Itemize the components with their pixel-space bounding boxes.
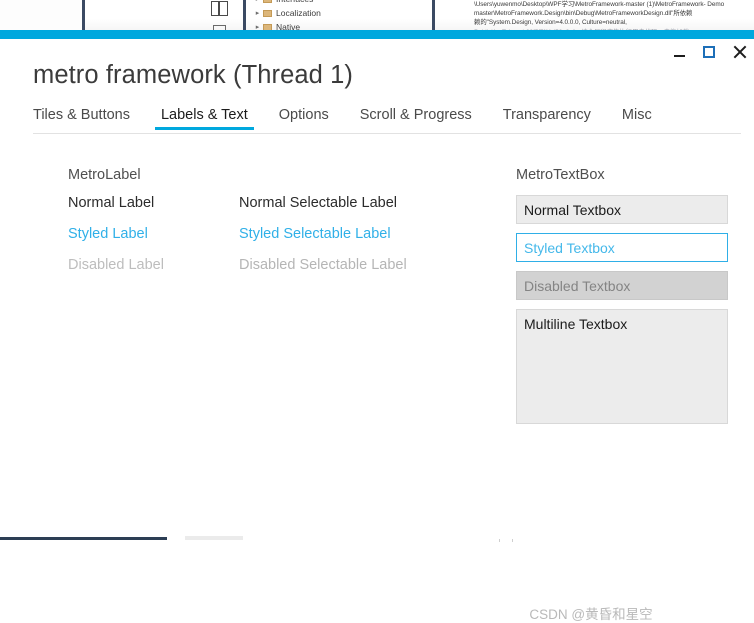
maximize-button[interactable]: [694, 39, 724, 65]
disabled-selectable-label: Disabled Selectable Label: [239, 257, 407, 273]
chevron-right-icon[interactable]: ▸: [252, 10, 263, 17]
normal-selectable-label[interactable]: Normal Selectable Label: [239, 195, 397, 211]
taskbar-accent-left: [0, 537, 167, 540]
close-button[interactable]: [724, 39, 754, 65]
window-accent-band: [0, 30, 754, 39]
label-row: Normal Label Normal Selectable Label: [68, 195, 498, 226]
disabled-label: Disabled Label: [68, 257, 164, 273]
tree-item[interactable]: ▸ Localization: [252, 6, 430, 20]
tab-bar: Tiles & Buttons Labels & Text Options Sc…: [33, 107, 741, 135]
folder-icon: [263, 9, 272, 17]
split-view-icon: [211, 1, 228, 16]
metro-label-group: MetroLabel Normal Label Normal Selectabl…: [68, 167, 498, 288]
bottom-tick: [512, 539, 513, 542]
tab-transparency[interactable]: Transparency: [503, 107, 591, 130]
window-controls: [664, 39, 754, 65]
background-divider-2: [243, 0, 246, 30]
tab-labels-and-text[interactable]: Labels & Text: [154, 107, 254, 130]
label-row: Styled Label Styled Selectable Label: [68, 226, 498, 257]
minimize-icon: [673, 54, 685, 57]
disabled-textbox: [516, 271, 728, 300]
background-divider-3: [432, 0, 435, 30]
maximize-icon: [703, 46, 715, 58]
output-message-text: \Users\yuwenmo\Desktop\WPF学习\MetroFramew…: [474, 0, 754, 33]
background-divider-1: [82, 0, 85, 30]
taskbar-accent-right: [185, 536, 243, 540]
tab-scroll-and-progress[interactable]: Scroll & Progress: [360, 107, 472, 130]
metro-textbox-group: MetroTextBox: [516, 167, 731, 438]
metro-label-heading: MetroLabel: [68, 167, 141, 183]
output-line: master\MetroFramework.Design\bin\Debug\M…: [474, 10, 693, 18]
multiline-textbox[interactable]: [516, 309, 728, 424]
tab-content-labels-and-text: MetroLabel Normal Label Normal Selectabl…: [0, 135, 754, 622]
background-vs-window: ▸ Interfaces ▸ Localization ▸ Native ▸ U…: [0, 0, 754, 34]
background-panel-left: [0, 0, 82, 34]
styled-selectable-label[interactable]: Styled Selectable Label: [239, 226, 391, 242]
tree-item-label: Interfaces: [276, 0, 313, 4]
bottom-tick: [499, 539, 500, 542]
chevron-right-icon[interactable]: ▸: [252, 0, 263, 3]
minimize-button[interactable]: [664, 39, 694, 65]
csdn-watermark: CSDN @黄昏和星空: [529, 607, 653, 622]
tab-tiles-and-buttons[interactable]: Tiles & Buttons: [33, 107, 130, 130]
label-row: Disabled Label Disabled Selectable Label: [68, 257, 498, 288]
solution-explorer-tree[interactable]: ▸ Interfaces ▸ Localization ▸ Native ▸ U…: [252, 0, 430, 34]
tree-item-label: Localization: [276, 8, 321, 18]
output-line: \Users\yuwenmo\Desktop\WPF学习\MetroFramew…: [474, 1, 725, 8]
normal-label: Normal Label: [68, 195, 155, 211]
tab-misc[interactable]: Misc: [622, 107, 652, 130]
tab-bar-underline: [33, 133, 741, 134]
page-title: metro framework (Thread 1): [33, 61, 354, 89]
styled-textbox[interactable]: [516, 233, 728, 262]
normal-textbox[interactable]: [516, 195, 728, 224]
metro-textbox-heading: MetroTextBox: [516, 167, 605, 183]
styled-label: Styled Label: [68, 226, 148, 242]
close-icon: [732, 45, 746, 59]
tab-options[interactable]: Options: [279, 107, 329, 130]
metro-framework-window: metro framework (Thread 1) Tiles & Butto…: [0, 39, 754, 622]
folder-icon: [263, 0, 272, 3]
output-line: 赖的"System.Design, Version=4.0.0.0, Cultu…: [474, 19, 627, 27]
